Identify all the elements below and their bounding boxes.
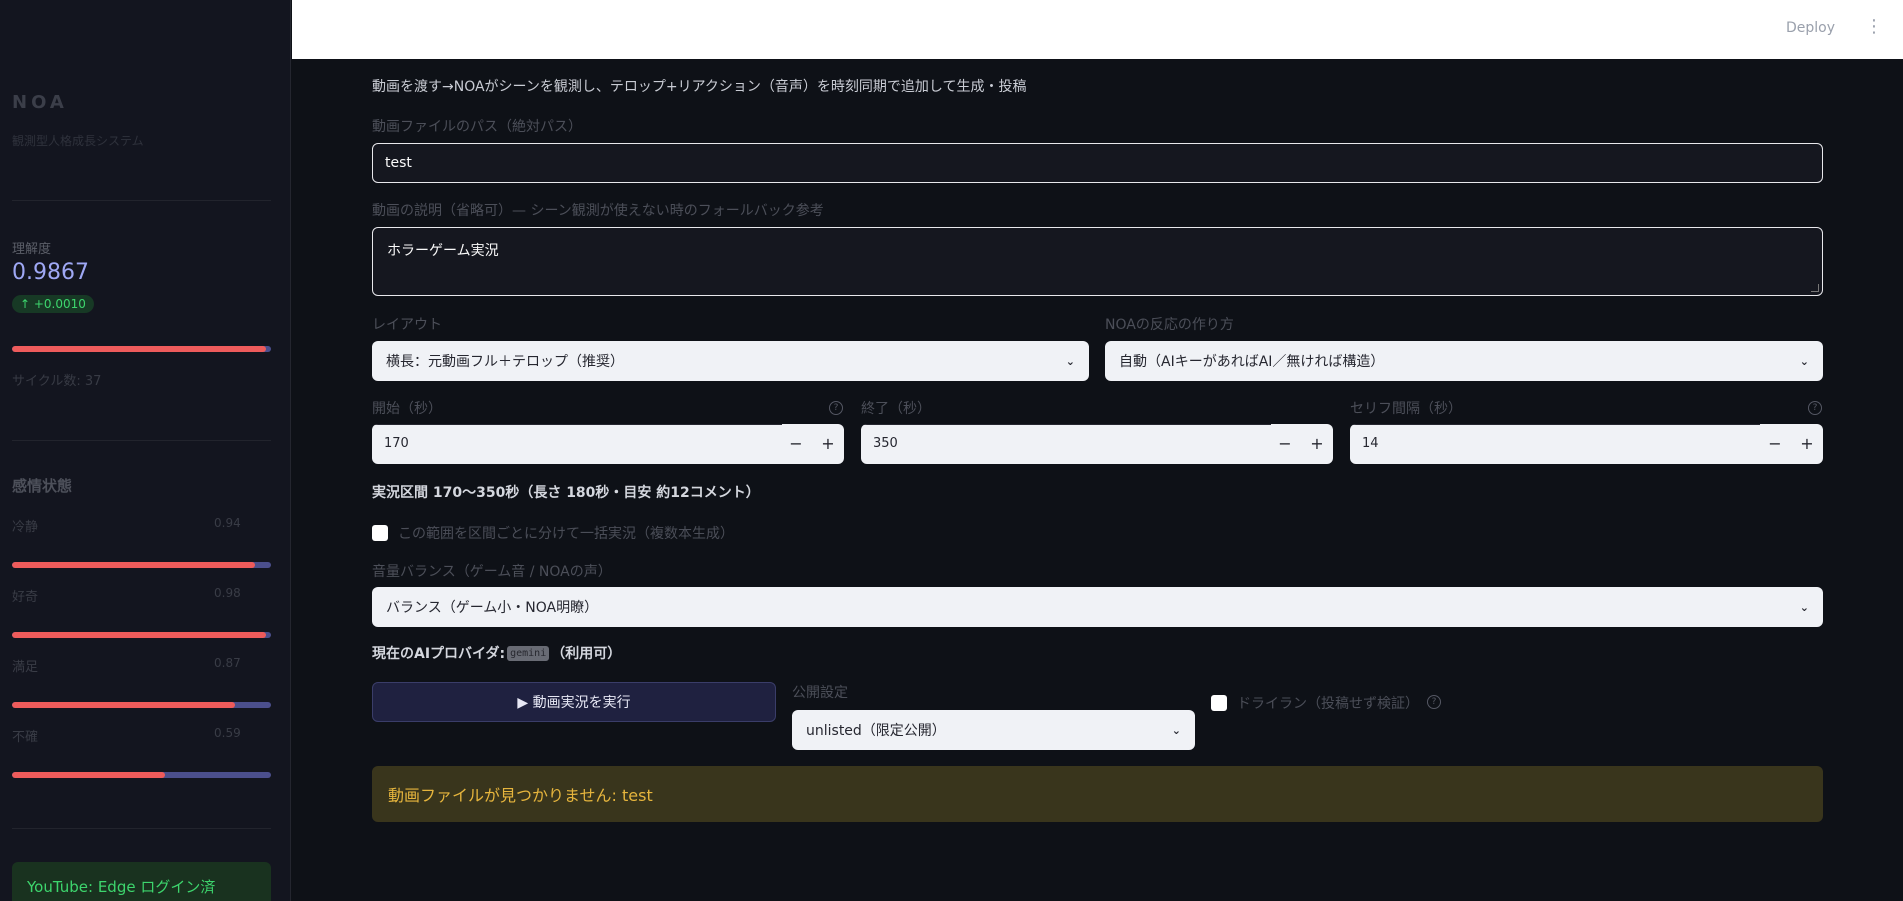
emotion-bar [12, 772, 271, 778]
emotion-bar-fill [12, 772, 165, 778]
emotion-bar-fill [12, 702, 235, 708]
batch-checkbox[interactable] [372, 525, 388, 541]
reaction-select-value: 自動（AIキーがあればAI／無ければ構造） [1119, 354, 1385, 370]
visibility-label: 公開設定 [792, 685, 848, 701]
start-value: 170 [384, 436, 409, 451]
resize-handle[interactable] [1811, 284, 1819, 292]
understanding-progress-fill [12, 346, 266, 352]
interval-decrement-button[interactable]: − [1761, 432, 1789, 456]
brand-title: NOA [12, 92, 68, 113]
input-top-border [372, 424, 782, 425]
emotion-label: 満足 [12, 660, 39, 675]
volume-select-value: バランス（ゲーム小・NOA明瞭） [386, 600, 599, 616]
ai-provider-line: 現在のAIプロバイダ: gemini （利用可） [372, 643, 621, 663]
end-decrement-button[interactable]: − [1271, 432, 1299, 456]
layout-label: レイアウト [372, 317, 442, 333]
brand-subtitle: 観測型人格成長システム [12, 134, 144, 148]
interval-number-input[interactable]: 14 − + [1350, 424, 1823, 464]
description-label: 動画の説明（省略可）— シーン観測が使えない時のフォールバック参考 [372, 203, 824, 219]
volume-label: 音量バランス（ゲーム音 / NOAの声） [372, 564, 612, 580]
app-header: Deploy ⋮ [292, 0, 1903, 59]
youtube-status-text: YouTube: Edge ログイン済 [27, 878, 216, 896]
chevron-down-icon: ⌄ [1171, 723, 1181, 737]
main-menu-icon[interactable]: ⋮ [1865, 16, 1883, 37]
emotions-title: 感情状態 [12, 477, 73, 495]
video-path-value: test [385, 155, 412, 171]
provider-prefix: 現在のAIプロバイダ: [372, 646, 506, 662]
emotion-bar [12, 632, 271, 638]
interval-label: セリフ間隔（秒） [1350, 401, 1462, 417]
end-increment-button[interactable]: + [1303, 432, 1331, 456]
interval-increment-button[interactable]: + [1793, 432, 1821, 456]
interval-value: 14 [1362, 436, 1379, 451]
input-top-border [861, 424, 1271, 425]
understanding-label: 理解度 [12, 242, 52, 257]
emotion-label: 不確 [12, 730, 39, 745]
emotion-bar-fill [12, 632, 266, 638]
help-icon[interactable]: ? [1808, 401, 1822, 415]
sidebar: NOA 観測型人格成長システム 理解度 0.9867 ↑ +0.0010 サイク… [0, 0, 291, 901]
cycle-count: サイクル数: 37 [12, 374, 102, 389]
visibility-select[interactable]: unlisted（限定公開） ⌄ [792, 710, 1195, 750]
emotion-label: 冷静 [12, 520, 39, 535]
end-label: 終了（秒） [861, 401, 931, 417]
help-icon[interactable]: ? [1427, 695, 1441, 709]
range-summary: 実況区間 170〜350秒（長さ 180秒・目安 約12コメント） [372, 485, 760, 501]
description-value: ホラーゲーム実況 [387, 243, 499, 259]
understanding-value: 0.9867 [12, 260, 89, 285]
description-textarea[interactable]: ホラーゲーム実況 [372, 227, 1823, 296]
warning-alert: 動画ファイルが見つかりません: test [372, 766, 1823, 822]
start-decrement-button[interactable]: − [782, 432, 810, 456]
batch-checkbox-label: この範囲を区間ごとに分けて一括実況（複数本生成） [398, 526, 734, 542]
reaction-select[interactable]: 自動（AIキーがあればAI／無ければ構造） ⌄ [1105, 341, 1823, 381]
sidebar-divider [12, 828, 271, 829]
emotion-value: 0.87 [214, 656, 241, 670]
reaction-label: NOAの反応の作り方 [1105, 317, 1234, 333]
run-button-label: ▶ 動画実況を実行 [517, 695, 631, 711]
input-top-border [1350, 424, 1760, 425]
path-label: 動画ファイルのパス（絶対パス） [372, 119, 582, 135]
provider-code: gemini [507, 645, 550, 661]
chevron-down-icon: ⌄ [1799, 354, 1809, 368]
end-value: 350 [873, 436, 898, 451]
start-increment-button[interactable]: + [814, 432, 842, 456]
understanding-progress-bar [12, 346, 271, 352]
visibility-select-value: unlisted（限定公開） [806, 723, 946, 739]
layout-select[interactable]: 横長：元動画フル＋テロップ（推奨） ⌄ [372, 341, 1089, 381]
understanding-delta-badge: ↑ +0.0010 [12, 295, 94, 313]
emotion-value: 0.98 [214, 586, 241, 600]
end-number-input[interactable]: 350 − + [861, 424, 1333, 464]
help-icon[interactable]: ? [829, 401, 843, 415]
start-number-input[interactable]: 170 − + [372, 424, 844, 464]
emotion-value: 0.59 [214, 726, 241, 740]
sidebar-divider [12, 200, 271, 201]
emotion-label: 好奇 [12, 590, 39, 605]
sidebar-divider [12, 440, 271, 441]
volume-select[interactable]: バランス（ゲーム小・NOA明瞭） ⌄ [372, 587, 1823, 627]
emotion-bar [12, 702, 271, 708]
video-path-input[interactable]: test [372, 143, 1823, 183]
warning-text: 動画ファイルが見つかりません: test [388, 786, 653, 805]
run-video-commentary-button[interactable]: ▶ 動画実況を実行 [372, 682, 776, 722]
deploy-button[interactable]: Deploy [1786, 20, 1835, 36]
emotion-bar [12, 562, 271, 568]
chevron-down-icon: ⌄ [1065, 354, 1075, 368]
dryrun-checkbox[interactable] [1211, 695, 1227, 711]
emotion-value: 0.94 [214, 516, 241, 530]
chevron-down-icon: ⌄ [1799, 600, 1809, 614]
youtube-status-box: YouTube: Edge ログイン済 [12, 862, 271, 901]
dryrun-checkbox-label: ドライラン（投稿せず検証） [1237, 696, 1419, 712]
intro-text: 動画を渡す→NOAがシーンを観測し、テロップ+リアクション（音声）を時刻同期で追… [372, 79, 1027, 95]
layout-select-value: 横長：元動画フル＋テロップ（推奨） [386, 354, 624, 370]
provider-suffix: （利用可） [551, 646, 622, 662]
emotion-bar-fill [12, 562, 256, 568]
start-label: 開始（秒） [372, 401, 442, 417]
